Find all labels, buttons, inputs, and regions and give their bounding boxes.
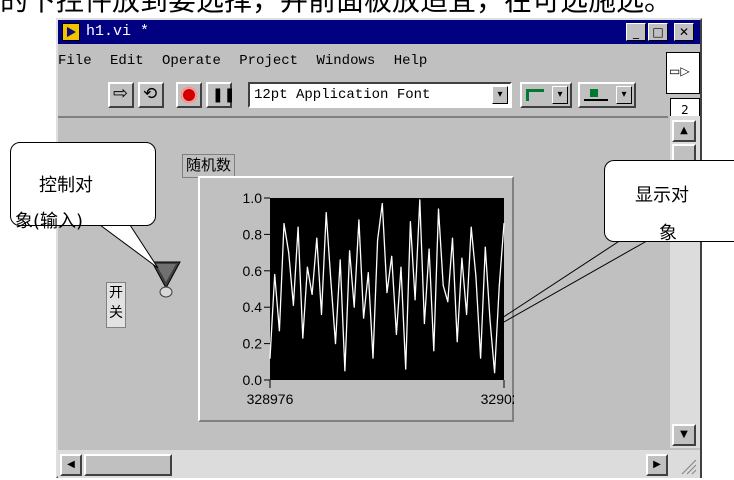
callout-left-line1: 控制对: [39, 175, 93, 196]
callout-left-line2: 象(输入): [15, 211, 84, 232]
callout-right-line2: 象: [659, 223, 677, 244]
indicator-object-callout: 显示对 象: [604, 160, 734, 244]
control-object-callout: 控制对 象(输入): [10, 142, 156, 232]
callout-right-line1: 显示对: [635, 185, 689, 206]
